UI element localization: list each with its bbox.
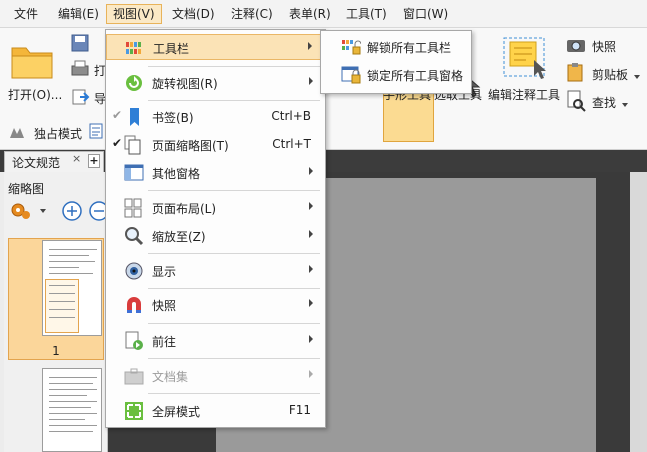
thumbnails-shortcut: Ctrl+T — [272, 137, 311, 151]
print-icon[interactable] — [70, 60, 90, 81]
menu-form[interactable]: 表单(R) — [283, 4, 337, 24]
menu-item-snapshot[interactable]: 快照 — [106, 292, 325, 318]
menu-item-other-panes-label: 其他窗格 — [152, 167, 201, 181]
lock-panes-label: 锁定所有工具窗格 — [367, 69, 464, 83]
camera-icon[interactable] — [566, 36, 586, 57]
toolbar-submenu: 解锁所有工具栏 锁定所有工具窗格 — [320, 30, 472, 94]
menu-item-zoom-to[interactable]: 缩放至(Z) — [106, 223, 325, 249]
zoom-icon — [124, 226, 144, 246]
menu-item-zoom-label: 缩放至(Z) — [152, 230, 206, 244]
bookmark-icon — [124, 107, 144, 127]
menu-item-go-to[interactable]: 前往 — [106, 328, 325, 354]
menu-item-fullscreen[interactable]: 全屏模式 F11 — [106, 398, 325, 424]
submenu-arrow-icon — [309, 299, 313, 307]
open-folder-icon[interactable] — [10, 40, 56, 83]
list-icon[interactable] — [88, 122, 104, 143]
check-icon: ✔ — [112, 108, 123, 122]
zoom-in-icon[interactable] — [62, 201, 82, 221]
exclusive-mode-label[interactable]: 独占模式 — [34, 125, 82, 142]
find-dropdown-icon[interactable] — [622, 98, 630, 112]
unlock-toolbars-icon — [341, 38, 362, 56]
menu-item-portfolio: 文档集 — [106, 363, 325, 389]
menubar: 文件 编辑(E) 视图(V) 文档(D) 注释(C) 表单(R) 工具(T) 窗… — [0, 0, 647, 28]
document-tab-label[interactable]: 论文规范 — [12, 154, 60, 171]
bookmarks-shortcut: Ctrl+B — [271, 109, 311, 123]
menu-item-page-thumbnails[interactable]: ✔ 页面缩略图(T) Ctrl+T — [106, 132, 325, 158]
toolbar-icon — [125, 38, 145, 58]
submenu-arrow-icon — [308, 42, 312, 50]
submenu-item-unlock-toolbars[interactable]: 解锁所有工具栏 — [321, 35, 471, 59]
thumbnail-page-1-number: 1 — [52, 344, 60, 358]
menu-file[interactable]: 文件 — [8, 4, 44, 24]
menu-comment[interactable]: 注释(C) — [225, 4, 279, 24]
thumbnails-icon — [124, 135, 144, 155]
menu-item-toolbar-label: 工具栏 — [153, 42, 190, 56]
menu-item-other-panes[interactable]: 其他窗格 — [106, 160, 325, 186]
fullscreen-icon — [124, 401, 144, 421]
menu-item-bookmarks-label: 书签(B) — [152, 111, 194, 125]
menu-item-bookmarks[interactable]: ✔ 书签(B) Ctrl+B — [106, 104, 325, 130]
submenu-arrow-icon — [309, 370, 313, 378]
find-icon[interactable] — [566, 90, 586, 115]
snapshot-label[interactable]: 快照 — [592, 38, 616, 55]
unlock-toolbars-label: 解锁所有工具栏 — [367, 41, 452, 55]
submenu-item-lock-panes[interactable]: 锁定所有工具窗格 — [321, 63, 471, 87]
magnet-icon — [124, 295, 144, 315]
export-icon[interactable] — [70, 88, 90, 109]
portfolio-icon — [124, 366, 144, 386]
menu-item-toolbar[interactable]: 工具栏 — [106, 34, 325, 60]
exclusive-mode-icon[interactable] — [8, 124, 26, 143]
save-icon[interactable] — [70, 34, 90, 55]
menu-item-snapshot-label: 快照 — [152, 299, 177, 313]
panes-icon — [124, 163, 144, 183]
menu-tools[interactable]: 工具(T) — [340, 4, 393, 24]
lock-panes-icon — [341, 66, 361, 84]
menu-document[interactable]: 文档(D) — [166, 4, 221, 24]
submenu-arrow-icon — [309, 335, 313, 343]
thumbnail-page-1[interactable] — [42, 240, 102, 336]
clipboard-icon[interactable] — [566, 62, 586, 85]
menu-edit[interactable]: 编辑(E) — [52, 4, 105, 24]
eye-icon — [124, 261, 144, 281]
page-layout-icon — [124, 198, 144, 218]
submenu-arrow-icon — [309, 77, 313, 85]
menu-item-page-layout-label: 页面布局(L) — [152, 202, 217, 216]
fullscreen-shortcut: F11 — [288, 403, 311, 417]
open-label[interactable]: 打开(O)... — [8, 86, 62, 103]
vertical-scrollbar[interactable] — [630, 172, 647, 452]
menu-item-thumbnails-label: 页面缩略图(T) — [152, 139, 229, 153]
clipboard-dropdown-icon[interactable] — [634, 70, 642, 84]
view-menu: 工具栏 旋转视图(R) ✔ 书签(B) Ctrl+B ✔ 页面缩略图(T) Ct… — [105, 29, 326, 428]
thumbnail-options-icon[interactable] — [11, 203, 46, 219]
thumbnails-header: 缩略图 — [8, 182, 45, 196]
close-tab-icon[interactable]: × — [72, 152, 81, 165]
new-tab-button[interactable]: + — [88, 154, 100, 168]
menu-item-rotate-label: 旋转视图(R) — [152, 77, 218, 91]
submenu-arrow-icon — [309, 265, 313, 273]
submenu-arrow-icon — [309, 230, 313, 238]
menu-view[interactable]: 视图(V) — [106, 4, 162, 24]
check-icon: ✔ — [112, 136, 123, 150]
edit-annotation-icon[interactable] — [500, 34, 552, 85]
find-label[interactable]: 查找 — [592, 94, 616, 111]
rotate-icon — [124, 73, 144, 93]
thumbnail-page-2[interactable] — [42, 368, 102, 452]
submenu-arrow-icon — [309, 202, 313, 210]
menu-item-page-layout[interactable]: 页面布局(L) — [106, 195, 325, 221]
menu-item-display[interactable]: 显示 — [106, 258, 325, 284]
menu-item-fullscreen-label: 全屏模式 — [152, 405, 201, 419]
menu-item-portfolio-label: 文档集 — [152, 370, 189, 384]
submenu-arrow-icon — [309, 167, 313, 175]
goto-icon — [124, 331, 144, 351]
clipboard-label[interactable]: 剪贴板 — [592, 66, 628, 83]
menu-item-display-label: 显示 — [152, 265, 177, 279]
menu-item-rotate-view[interactable]: 旋转视图(R) — [106, 70, 325, 96]
edit-annotation-label[interactable]: 编辑注释工具 — [488, 86, 560, 103]
menu-item-goto-label: 前往 — [152, 335, 177, 349]
thumbnail-tools — [8, 200, 109, 225]
menu-window[interactable]: 窗口(W) — [397, 4, 454, 24]
